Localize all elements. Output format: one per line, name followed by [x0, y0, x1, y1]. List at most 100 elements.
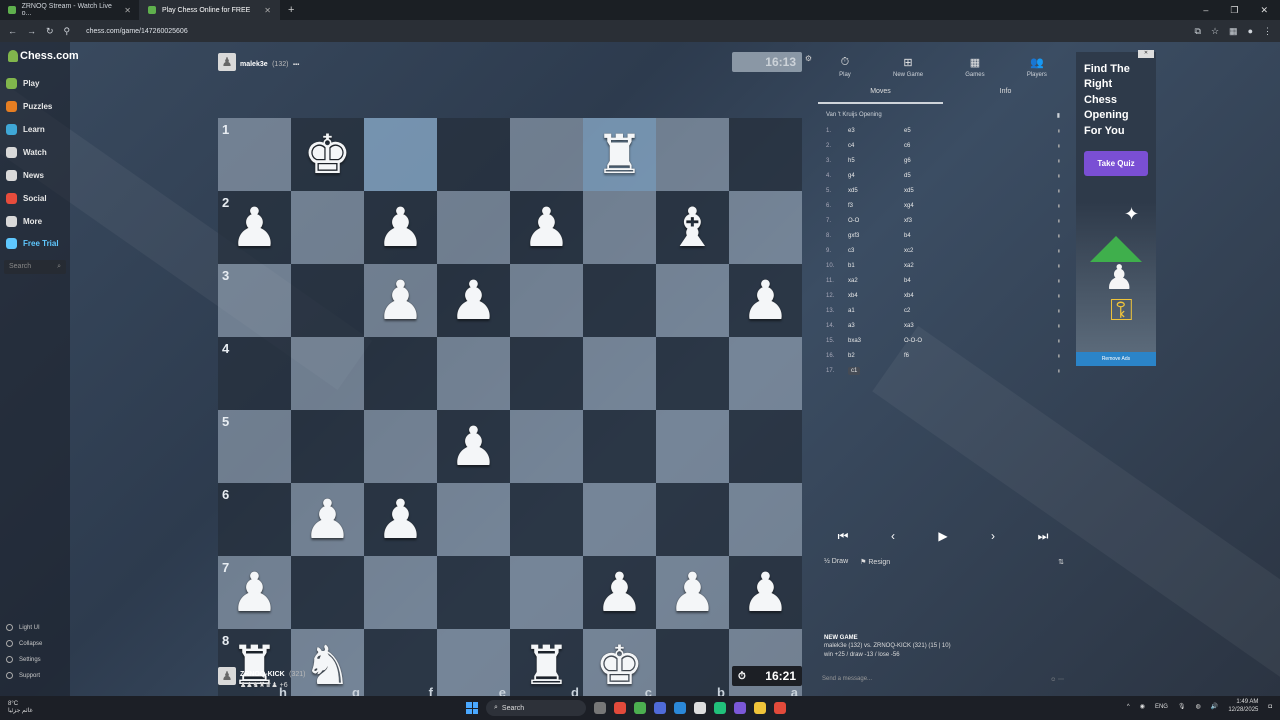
- draw-button[interactable]: ½ Draw: [824, 558, 848, 566]
- chrome-alt-icon[interactable]: [634, 702, 646, 714]
- previous-move-button[interactable]: ‹: [876, 526, 910, 546]
- board-square[interactable]: [437, 191, 510, 264]
- white-move[interactable]: b2: [848, 353, 904, 359]
- wifi-icon[interactable]: ◍: [1196, 703, 1201, 710]
- gear-icon[interactable]: ⚙: [805, 54, 812, 63]
- ad-close-icon[interactable]: ✕: [1138, 50, 1154, 58]
- black-move[interactable]: g6: [904, 158, 960, 164]
- board-square[interactable]: [437, 483, 510, 556]
- white-move[interactable]: c3: [848, 248, 904, 254]
- board-square[interactable]: [364, 337, 437, 410]
- black-move[interactable]: xc2: [904, 248, 960, 254]
- white-move[interactable]: xd5: [848, 188, 904, 194]
- next-move-button[interactable]: ›: [976, 526, 1010, 546]
- close-tab-icon[interactable]: ✕: [124, 6, 131, 15]
- white-pawn-icon[interactable]: ♟: [376, 492, 424, 547]
- board-square[interactable]: 7 ♟: [218, 556, 291, 629]
- url-text[interactable]: chess.com/game/147260025606: [86, 28, 188, 35]
- board-square[interactable]: 6: [218, 483, 291, 556]
- white-move[interactable]: h5: [848, 158, 904, 164]
- windows-start-icon[interactable]: [466, 702, 478, 714]
- menu-icon[interactable]: ⋮: [1263, 26, 1272, 37]
- board-square[interactable]: [437, 556, 510, 629]
- close-tab-icon[interactable]: ✕: [264, 6, 271, 15]
- board-square[interactable]: ♚: [291, 118, 364, 191]
- sidebar-item-puzzles[interactable]: Puzzles: [6, 101, 52, 112]
- white-move[interactable]: c4: [848, 143, 904, 149]
- board-square[interactable]: ♟: [583, 556, 656, 629]
- avatar[interactable]: ♟: [218, 53, 236, 71]
- board-square[interactable]: [656, 118, 729, 191]
- weather-widget[interactable]: 8°C غائم جزئيا: [0, 701, 33, 715]
- board-square[interactable]: [656, 264, 729, 337]
- extensions-icon[interactable]: ▦: [1229, 26, 1238, 37]
- chess-board[interactable]: 1 ♚ ♜ 2 ♟ ♟ ♟ ♝ 3 ♟ ♟ ♟ 4 5 ♟ 6 ♟ ♟ 7 ♟ ♟ ♟ ♟ 8 h ♜ g ♞ f e d ♜ c ♚ b a: [218, 118, 802, 702]
- board-square[interactable]: [583, 191, 656, 264]
- white-pawn-icon[interactable]: ♟: [741, 565, 789, 620]
- board-square[interactable]: ♟: [291, 483, 364, 556]
- flip-board-icon[interactable]: ⇅: [1058, 558, 1064, 566]
- white-move[interactable]: f3: [848, 203, 904, 209]
- file-explorer-icon[interactable]: [754, 702, 766, 714]
- take-quiz-button[interactable]: Take Quiz: [1084, 150, 1148, 176]
- black-move[interactable]: d5: [904, 173, 960, 179]
- lang-indicator[interactable]: ENG: [1155, 704, 1168, 710]
- back-icon[interactable]: ←: [8, 26, 17, 36]
- clock[interactable]: 1:49 AM 12/28/2025: [1228, 699, 1258, 715]
- board-square[interactable]: 5: [218, 410, 291, 483]
- board-square[interactable]: [291, 191, 364, 264]
- board-square[interactable]: [510, 410, 583, 483]
- board-square[interactable]: ♟: [364, 483, 437, 556]
- mic-icon[interactable]: 🎙: [1178, 703, 1186, 710]
- sidebar-item-more[interactable]: More: [6, 216, 42, 227]
- board-square[interactable]: [729, 118, 802, 191]
- board-square[interactable]: 3: [218, 264, 291, 337]
- board-square[interactable]: [729, 483, 802, 556]
- notification-icon[interactable]: ◘: [1268, 704, 1272, 710]
- white-bishop-icon[interactable]: ♝: [668, 200, 716, 255]
- white-pawn-icon[interactable]: ♟: [230, 200, 278, 255]
- close-window-icon[interactable]: ✕: [1260, 5, 1268, 16]
- reload-icon[interactable]: ↻: [46, 26, 54, 37]
- board-square[interactable]: [510, 337, 583, 410]
- black-move[interactable]: O-O-O: [904, 338, 960, 344]
- white-pawn-icon[interactable]: ♟: [449, 273, 497, 328]
- panel-tab-games[interactable]: ▦ Games: [965, 56, 984, 78]
- board-square[interactable]: 1: [218, 118, 291, 191]
- book-icon[interactable]: ▮: [1057, 112, 1060, 119]
- white-move[interactable]: O-O: [848, 218, 904, 224]
- first-move-button[interactable]: ⏮: [826, 526, 860, 546]
- forward-icon[interactable]: →: [27, 26, 36, 36]
- board-square[interactable]: [510, 118, 583, 191]
- white-move[interactable]: xb4: [848, 293, 904, 299]
- black-move[interactable]: xa2: [904, 263, 960, 269]
- white-pawn-icon[interactable]: ♟: [668, 565, 716, 620]
- board-square[interactable]: ♝: [656, 191, 729, 264]
- white-move[interactable]: bxa3: [848, 338, 904, 344]
- profile-icon[interactable]: ●: [1248, 26, 1253, 37]
- board-square[interactable]: [291, 556, 364, 629]
- white-move[interactable]: a1: [848, 308, 904, 314]
- sidebar-item-play[interactable]: Play: [6, 78, 39, 89]
- player-name[interactable]: malek3e: [240, 61, 268, 68]
- board-square[interactable]: [291, 264, 364, 337]
- board-square[interactable]: [291, 337, 364, 410]
- chevron-up-icon[interactable]: ^: [1127, 704, 1130, 710]
- black-move[interactable]: f6: [904, 353, 960, 359]
- black-move[interactable]: xb4: [904, 293, 960, 299]
- sidebar-bottom-collapse[interactable]: Collapse: [6, 640, 42, 647]
- chess-logo[interactable]: Chess.com: [8, 50, 79, 62]
- black-move[interactable]: b4: [904, 233, 960, 239]
- white-pawn-icon[interactable]: ♟: [376, 273, 424, 328]
- browser-tab-chess[interactable]: Play Chess Online for FREE ✕: [140, 0, 280, 20]
- tab-info[interactable]: Info: [943, 88, 1068, 104]
- taskbar-search[interactable]: ⌕ Search: [486, 700, 586, 716]
- task-view-icon[interactable]: [594, 702, 606, 714]
- volume-icon[interactable]: 🔊: [1211, 703, 1218, 710]
- new-tab-button[interactable]: +: [280, 4, 302, 16]
- white-rook-icon[interactable]: ♜: [595, 127, 643, 182]
- sidebar-bottom-support[interactable]: Support: [6, 672, 40, 679]
- white-move[interactable]: gxf3: [848, 233, 904, 239]
- white-move[interactable]: g4: [848, 173, 904, 179]
- panel-tab-new-game[interactable]: ⊞ New Game: [893, 56, 923, 78]
